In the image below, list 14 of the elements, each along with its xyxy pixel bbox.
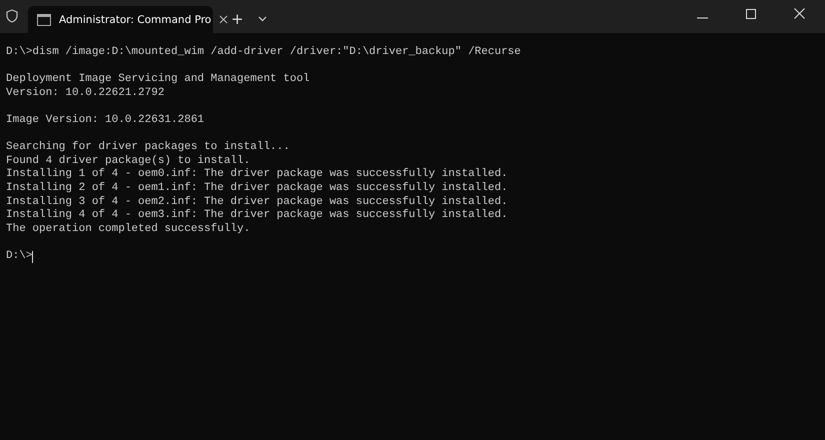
- terminal-line: Deployment Image Servicing and Management tool: [6, 73, 311, 87]
- terminal-line: Searching for driver packages to install...: [6, 141, 291, 155]
- command-prompt: D:\>: [6, 250, 32, 264]
- terminal-line: Installing 4 of 4 - oem3.inf: The driver package was successfully installed.: [6, 209, 509, 223]
- terminal-line: Found 4 driver package(s) to install.: [6, 154, 252, 168]
- terminal-line: Installing 3 of 4 - oem2.inf: The driver package was successfully installed.: [6, 196, 509, 209]
- terminal-line: Version: 10.0.22621.2792: [6, 86, 166, 100]
- terminal-line: The operation completed successfully.: [6, 222, 252, 236]
- terminal-line: Installing 2 of 4 - oem1.inf: The driver package was successfully installed.: [6, 182, 509, 196]
- terminal-line: Installing 1 of 4 - oem0.inf: The driver package was successfully installed.: [6, 168, 509, 182]
- new-tab-button[interactable]: +: [231, 10, 244, 28]
- tab-title: Administrator: Command Pro: [59, 14, 212, 26]
- terminal-line: D:\>dism /image:D:\mounted_wim /add-driver /driver:"D:\driver_backup" /Recurse: [6, 46, 522, 60]
- terminal-line: Image Version: 10.0.22631.2861: [6, 114, 206, 128]
